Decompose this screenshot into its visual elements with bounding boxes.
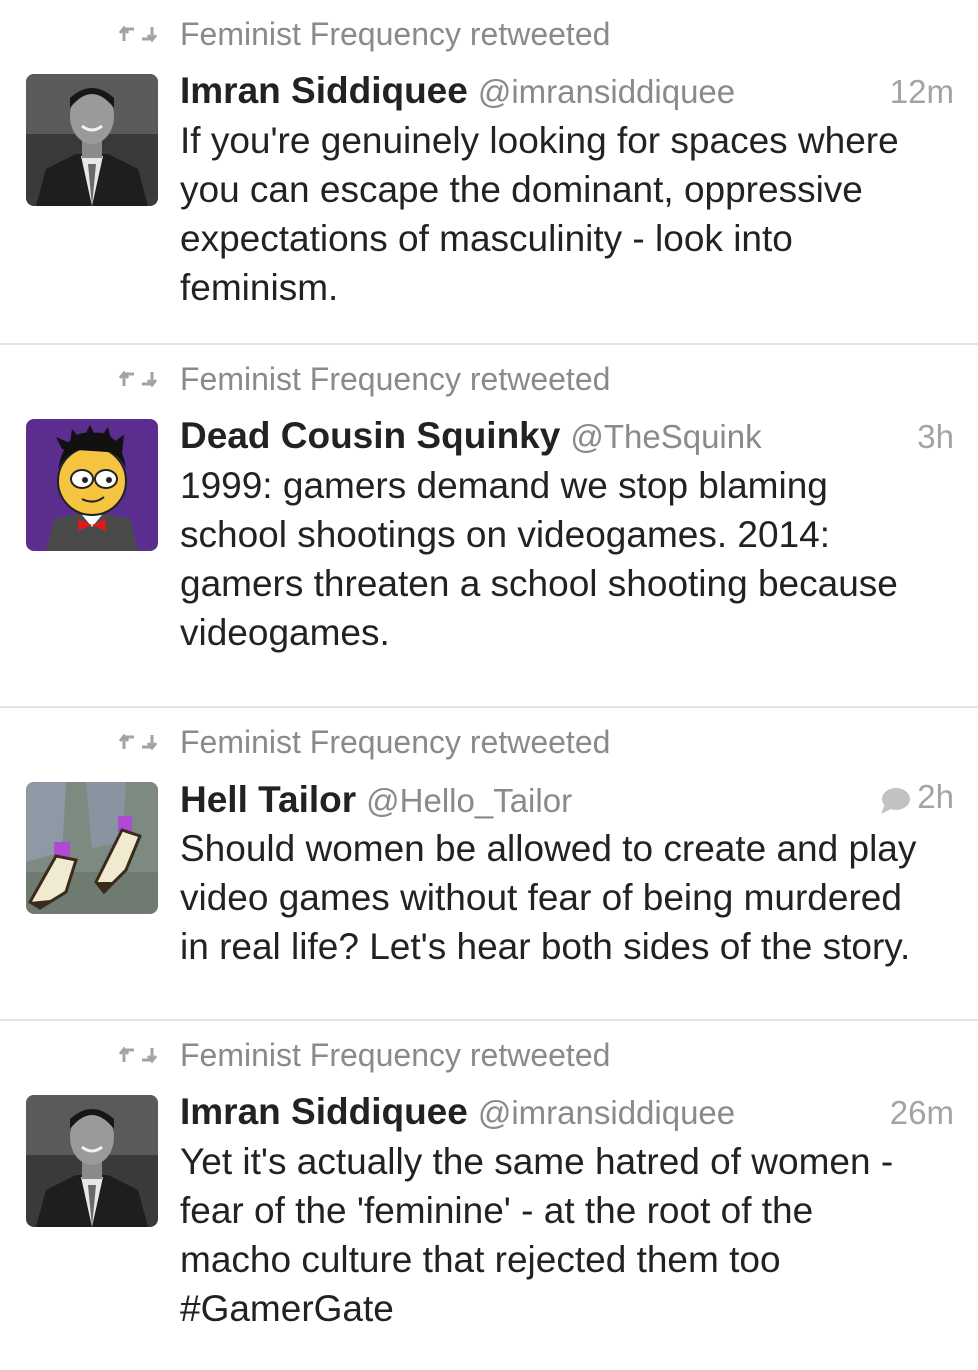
avatar[interactable]: [26, 419, 158, 551]
tweet-item[interactable]: Feminist Frequency retweeted Hell Tailor…: [0, 708, 978, 1019]
retweet-context: Feminist Frequency retweeted: [118, 14, 610, 54]
author-name[interactable]: Imran Siddiquee: [180, 70, 468, 112]
retweet-label: Feminist Frequency retweeted: [180, 360, 611, 397]
tweet-text: Yet it's actually the same hatred of wom…: [180, 1141, 894, 1329]
tweet-text: Should women be allowed to create and pl…: [180, 828, 917, 967]
avatar[interactable]: [26, 74, 158, 206]
tweet-header: Imran Siddiquee @imransiddiquee 26m: [180, 1091, 954, 1137]
tweet-header: Hell Tailor @Hello_Tailor 2h: [180, 778, 954, 824]
tweet-header: Dead Cousin Squinky @TheSquink 3h: [180, 415, 954, 461]
tweet-item[interactable]: Feminist Frequency retweeted Imran Siddi…: [0, 1021, 978, 1370]
tweet-timestamp: 2h: [917, 778, 954, 815]
author-handle[interactable]: @imransiddiquee: [478, 73, 735, 111]
tweet-timestamp: 12m: [889, 73, 954, 110]
retweet-label: Feminist Frequency retweeted: [180, 15, 611, 52]
author-name[interactable]: Dead Cousin Squinky: [180, 415, 560, 457]
author-name[interactable]: Imran Siddiquee: [180, 1091, 468, 1133]
tweet-timestamp: 26m: [889, 1094, 954, 1131]
retweet-label: Feminist Frequency retweeted: [180, 723, 611, 760]
retweet-icon: [118, 25, 158, 43]
retweet-context: Feminist Frequency retweeted: [118, 722, 610, 762]
avatar[interactable]: [26, 1095, 158, 1227]
author-handle[interactable]: @TheSquink: [570, 418, 761, 456]
author-handle[interactable]: @imransiddiquee: [478, 1094, 735, 1132]
retweet-context: Feminist Frequency retweeted: [118, 359, 610, 399]
tweet-timeline: Feminist Frequency retweeted Imran Siddi…: [0, 0, 978, 1370]
avatar[interactable]: [26, 782, 158, 914]
retweet-label: Feminist Frequency retweeted: [180, 1036, 611, 1073]
tweet-timestamp: 3h: [917, 418, 954, 455]
tweet-item[interactable]: Feminist Frequency retweeted Dead Cousin…: [0, 345, 978, 706]
author-handle[interactable]: @Hello_Tailor: [366, 782, 572, 820]
tweet-text: 1999: gamers demand we stop blaming scho…: [180, 465, 898, 653]
retweet-context: Feminist Frequency retweeted: [118, 1035, 610, 1075]
retweet-icon: [118, 1046, 158, 1064]
author-name[interactable]: Hell Tailor: [180, 779, 356, 821]
tweet-header: Imran Siddiquee @imransiddiquee 12m: [180, 70, 954, 116]
retweet-icon: [118, 733, 158, 751]
tweet-item[interactable]: Feminist Frequency retweeted Imran Siddi…: [0, 0, 978, 343]
tweet-text: If you're genuinely looking for spaces w…: [180, 120, 899, 308]
retweet-icon: [118, 370, 158, 388]
conversation-icon: [881, 788, 911, 814]
